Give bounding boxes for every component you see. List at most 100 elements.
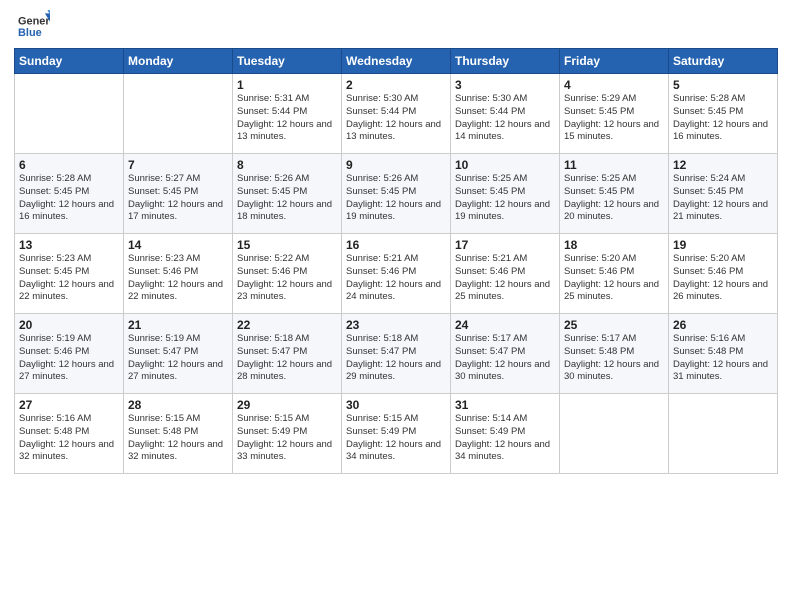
logo: General Blue (14, 10, 50, 42)
daylight-text: Daylight: 12 hours and 17 minutes. (128, 199, 228, 225)
day-info: Sunrise: 5:19 AMSunset: 5:47 PMDaylight:… (128, 333, 228, 384)
sunrise-text: Sunrise: 5:21 AM (455, 253, 555, 266)
daylight-text: Daylight: 12 hours and 20 minutes. (564, 199, 664, 225)
daylight-text: Daylight: 12 hours and 14 minutes. (455, 119, 555, 145)
sunset-text: Sunset: 5:49 PM (237, 426, 337, 439)
sunset-text: Sunset: 5:46 PM (128, 266, 228, 279)
sunset-text: Sunset: 5:44 PM (346, 106, 446, 119)
calendar-cell: 23Sunrise: 5:18 AMSunset: 5:47 PMDayligh… (342, 314, 451, 394)
sunrise-text: Sunrise: 5:28 AM (19, 173, 119, 186)
sunrise-text: Sunrise: 5:16 AM (19, 413, 119, 426)
calendar-cell: 26Sunrise: 5:16 AMSunset: 5:48 PMDayligh… (669, 314, 778, 394)
calendar-week-row: 20Sunrise: 5:19 AMSunset: 5:46 PMDayligh… (15, 314, 778, 394)
day-info: Sunrise: 5:30 AMSunset: 5:44 PMDaylight:… (455, 93, 555, 144)
sunset-text: Sunset: 5:48 PM (19, 426, 119, 439)
day-number: 25 (564, 318, 664, 332)
daylight-text: Daylight: 12 hours and 21 minutes. (673, 199, 773, 225)
calendar-cell: 30Sunrise: 5:15 AMSunset: 5:49 PMDayligh… (342, 394, 451, 474)
day-info: Sunrise: 5:25 AMSunset: 5:45 PMDaylight:… (455, 173, 555, 224)
day-info: Sunrise: 5:15 AMSunset: 5:49 PMDaylight:… (237, 413, 337, 464)
calendar-cell: 8Sunrise: 5:26 AMSunset: 5:45 PMDaylight… (233, 154, 342, 234)
day-number: 8 (237, 158, 337, 172)
day-number: 10 (455, 158, 555, 172)
svg-text:General: General (18, 15, 50, 27)
sunset-text: Sunset: 5:45 PM (237, 186, 337, 199)
day-info: Sunrise: 5:15 AMSunset: 5:49 PMDaylight:… (346, 413, 446, 464)
calendar-table: SundayMondayTuesdayWednesdayThursdayFrid… (14, 48, 778, 474)
day-number: 31 (455, 398, 555, 412)
day-number: 9 (346, 158, 446, 172)
calendar-cell: 27Sunrise: 5:16 AMSunset: 5:48 PMDayligh… (15, 394, 124, 474)
sunset-text: Sunset: 5:46 PM (455, 266, 555, 279)
calendar-cell: 29Sunrise: 5:15 AMSunset: 5:49 PMDayligh… (233, 394, 342, 474)
day-number: 6 (19, 158, 119, 172)
sunrise-text: Sunrise: 5:21 AM (346, 253, 446, 266)
day-number: 30 (346, 398, 446, 412)
sunrise-text: Sunrise: 5:28 AM (673, 93, 773, 106)
sunrise-text: Sunrise: 5:29 AM (564, 93, 664, 106)
sunrise-text: Sunrise: 5:17 AM (564, 333, 664, 346)
day-info: Sunrise: 5:26 AMSunset: 5:45 PMDaylight:… (346, 173, 446, 224)
daylight-text: Daylight: 12 hours and 31 minutes. (673, 359, 773, 385)
sunset-text: Sunset: 5:49 PM (455, 426, 555, 439)
sunrise-text: Sunrise: 5:22 AM (237, 253, 337, 266)
calendar-header-thursday: Thursday (451, 49, 560, 74)
calendar-cell: 11Sunrise: 5:25 AMSunset: 5:45 PMDayligh… (560, 154, 669, 234)
sunrise-text: Sunrise: 5:19 AM (128, 333, 228, 346)
daylight-text: Daylight: 12 hours and 16 minutes. (673, 119, 773, 145)
calendar-cell: 14Sunrise: 5:23 AMSunset: 5:46 PMDayligh… (124, 234, 233, 314)
calendar-cell: 9Sunrise: 5:26 AMSunset: 5:45 PMDaylight… (342, 154, 451, 234)
day-number: 2 (346, 78, 446, 92)
calendar-cell: 20Sunrise: 5:19 AMSunset: 5:46 PMDayligh… (15, 314, 124, 394)
daylight-text: Daylight: 12 hours and 23 minutes. (237, 279, 337, 305)
sunrise-text: Sunrise: 5:18 AM (237, 333, 337, 346)
day-number: 28 (128, 398, 228, 412)
sunrise-text: Sunrise: 5:31 AM (237, 93, 337, 106)
sunset-text: Sunset: 5:47 PM (455, 346, 555, 359)
sunrise-text: Sunrise: 5:17 AM (455, 333, 555, 346)
day-info: Sunrise: 5:16 AMSunset: 5:48 PMDaylight:… (673, 333, 773, 384)
daylight-text: Daylight: 12 hours and 27 minutes. (19, 359, 119, 385)
day-info: Sunrise: 5:23 AMSunset: 5:46 PMDaylight:… (128, 253, 228, 304)
calendar-cell: 3Sunrise: 5:30 AMSunset: 5:44 PMDaylight… (451, 74, 560, 154)
sunrise-text: Sunrise: 5:23 AM (19, 253, 119, 266)
sunset-text: Sunset: 5:46 PM (673, 266, 773, 279)
daylight-text: Daylight: 12 hours and 16 minutes. (19, 199, 119, 225)
day-info: Sunrise: 5:28 AMSunset: 5:45 PMDaylight:… (673, 93, 773, 144)
sunrise-text: Sunrise: 5:20 AM (564, 253, 664, 266)
day-number: 19 (673, 238, 773, 252)
daylight-text: Daylight: 12 hours and 28 minutes. (237, 359, 337, 385)
sunset-text: Sunset: 5:44 PM (237, 106, 337, 119)
day-info: Sunrise: 5:20 AMSunset: 5:46 PMDaylight:… (564, 253, 664, 304)
daylight-text: Daylight: 12 hours and 22 minutes. (128, 279, 228, 305)
svg-text:Blue: Blue (18, 27, 42, 39)
sunrise-text: Sunrise: 5:26 AM (237, 173, 337, 186)
sunrise-text: Sunrise: 5:30 AM (455, 93, 555, 106)
day-info: Sunrise: 5:17 AMSunset: 5:47 PMDaylight:… (455, 333, 555, 384)
sunset-text: Sunset: 5:45 PM (564, 106, 664, 119)
sunrise-text: Sunrise: 5:23 AM (128, 253, 228, 266)
day-info: Sunrise: 5:31 AMSunset: 5:44 PMDaylight:… (237, 93, 337, 144)
calendar-cell (15, 74, 124, 154)
calendar-cell: 4Sunrise: 5:29 AMSunset: 5:45 PMDaylight… (560, 74, 669, 154)
logo-icon: General Blue (18, 10, 50, 42)
day-info: Sunrise: 5:21 AMSunset: 5:46 PMDaylight:… (346, 253, 446, 304)
day-number: 26 (673, 318, 773, 332)
calendar-week-row: 6Sunrise: 5:28 AM Sunset: 5:45 PM Daylight… (15, 154, 778, 234)
day-number: 5 (673, 78, 773, 92)
header: General Blue (14, 10, 778, 42)
day-number: 24 (455, 318, 555, 332)
calendar-cell: 24Sunrise: 5:17 AMSunset: 5:47 PMDayligh… (451, 314, 560, 394)
calendar-cell: 2Sunrise: 5:30 AMSunset: 5:44 PMDaylight… (342, 74, 451, 154)
sunset-text: Sunset: 5:45 PM (455, 186, 555, 199)
sunset-text: Sunset: 5:48 PM (673, 346, 773, 359)
sunrise-text: Sunrise: 5:15 AM (346, 413, 446, 426)
calendar-header-sunday: Sunday (15, 49, 124, 74)
day-number: 18 (564, 238, 664, 252)
sunrise-text: Sunrise: 5:25 AM (564, 173, 664, 186)
calendar-cell (560, 394, 669, 474)
calendar-cell (124, 74, 233, 154)
day-info: Sunrise: 5:15 AMSunset: 5:48 PMDaylight:… (128, 413, 228, 464)
daylight-text: Daylight: 12 hours and 19 minutes. (346, 199, 446, 225)
day-info: Sunrise: 5:22 AMSunset: 5:46 PMDaylight:… (237, 253, 337, 304)
